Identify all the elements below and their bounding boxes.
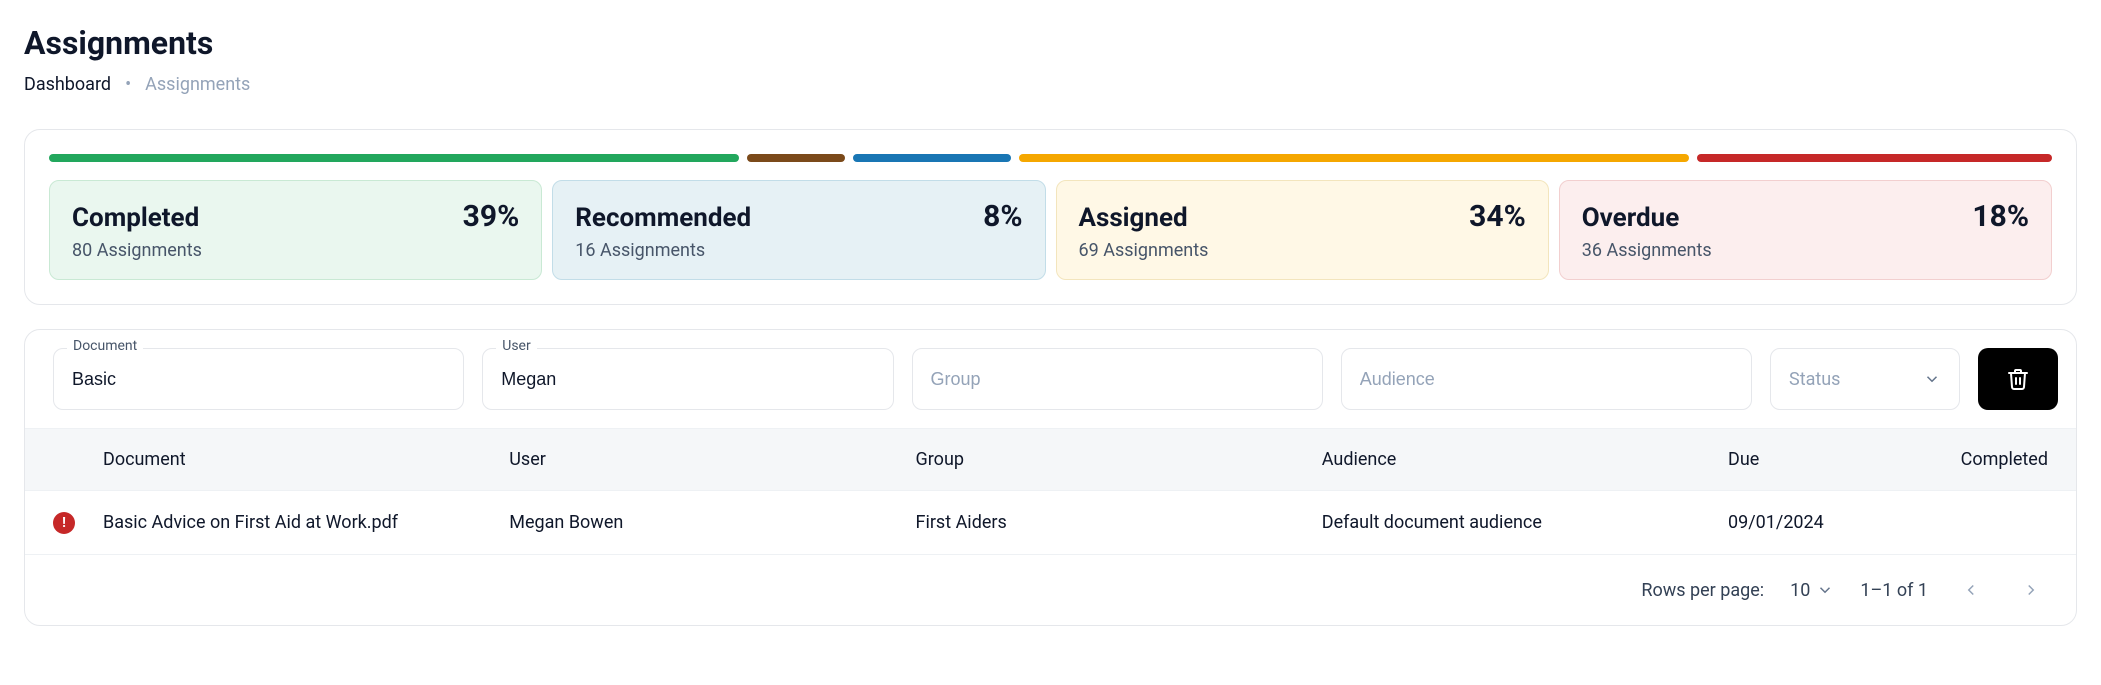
clear-filters-button[interactable] — [1978, 348, 2058, 410]
stat-title: Recommended — [575, 203, 751, 233]
progress-segment — [1019, 154, 1689, 162]
prev-page-button[interactable] — [1954, 573, 1988, 607]
document-input[interactable] — [53, 348, 464, 410]
column-due[interactable]: Due — [1728, 449, 1908, 470]
audience-input[interactable] — [1341, 348, 1752, 410]
table-header: Document User Group Audience Due Complet… — [25, 428, 2076, 491]
breadcrumb-current: Assignments — [145, 74, 250, 95]
user-input[interactable] — [482, 348, 893, 410]
stat-title: Completed — [72, 203, 199, 233]
cell-user: Megan Bowen — [509, 512, 915, 533]
stat-subtitle: 16 Assignments — [575, 240, 1022, 261]
stat-percent: 34% — [1469, 199, 1526, 234]
filter-row: Document User Status — [25, 330, 2076, 428]
stat-percent: 8% — [983, 199, 1022, 234]
filter-audience — [1341, 348, 1752, 410]
rows-per-page-label: Rows per page: — [1641, 580, 1764, 601]
stat-subtitle: 36 Assignments — [1582, 240, 2029, 261]
column-audience[interactable]: Audience — [1322, 449, 1728, 470]
next-page-button[interactable] — [2014, 573, 2048, 607]
trash-icon — [2006, 367, 2030, 391]
filter-document-label: Document — [67, 338, 143, 354]
stat-recommended[interactable]: Recommended 8% 16 Assignments — [552, 180, 1045, 280]
filter-user: User — [482, 348, 893, 410]
column-group[interactable]: Group — [916, 449, 1322, 470]
status-select[interactable]: Status — [1770, 348, 1960, 410]
group-input[interactable] — [912, 348, 1323, 410]
chevron-left-icon — [1962, 581, 1980, 599]
filter-document: Document — [53, 348, 464, 410]
stat-completed[interactable]: Completed 39% 80 Assignments — [49, 180, 542, 280]
breadcrumb-separator: • — [125, 74, 131, 95]
breadcrumb-dashboard[interactable]: Dashboard — [24, 74, 111, 95]
progress-segment — [49, 154, 739, 162]
table-row[interactable]: ! Basic Advice on First Aid at Work.pdfMe… — [25, 491, 2076, 555]
cell-group: First Aiders — [916, 512, 1322, 533]
chevron-right-icon — [2022, 581, 2040, 599]
cell-document: Basic Advice on First Aid at Work.pdf — [103, 512, 509, 533]
pagination: Rows per page: 10 1–1 of 1 — [25, 555, 2076, 625]
rows-per-page-select[interactable]: 10 — [1790, 580, 1834, 601]
page-title: Assignments — [24, 24, 2077, 62]
stat-title: Overdue — [1582, 203, 1680, 233]
filter-group — [912, 348, 1323, 410]
cell-audience: Default document audience — [1322, 512, 1728, 533]
progress-segment — [1697, 154, 2052, 162]
chevron-down-icon — [1923, 370, 1941, 388]
stat-percent: 18% — [1972, 199, 2029, 234]
stat-subtitle: 80 Assignments — [72, 240, 519, 261]
stat-percent: 39% — [463, 199, 520, 234]
progress-segment — [853, 154, 1011, 162]
breadcrumb: Dashboard • Assignments — [24, 74, 2077, 95]
assignments-panel: Document User Status Docume — [24, 329, 2077, 626]
alert-icon: ! — [53, 512, 75, 534]
column-user[interactable]: User — [509, 449, 915, 470]
rows-per-page-value: 10 — [1790, 580, 1810, 601]
progress-segment — [747, 154, 846, 162]
stat-title: Assigned — [1079, 203, 1188, 233]
stat-subtitle: 69 Assignments — [1079, 240, 1526, 261]
stat-assigned[interactable]: Assigned 34% 69 Assignments — [1056, 180, 1549, 280]
table-body: ! Basic Advice on First Aid at Work.pdfMe… — [25, 491, 2076, 555]
filter-user-label: User — [496, 338, 536, 354]
column-document[interactable]: Document — [103, 449, 509, 470]
stat-row: Completed 39% 80 Assignments Recommended 8% 1… — [49, 180, 2052, 280]
status-select-label: Status — [1789, 369, 1840, 390]
cell-due: 09/01/2024 — [1728, 512, 1908, 533]
pagination-range: 1–1 of 1 — [1860, 580, 1928, 601]
stat-overdue[interactable]: Overdue 18% 36 Assignments — [1559, 180, 2052, 280]
chevron-down-icon — [1816, 581, 1834, 599]
progress-bar — [49, 154, 2052, 162]
stats-card: Completed 39% 80 Assignments Recommended 8% 1… — [24, 129, 2077, 305]
column-completed[interactable]: Completed — [1908, 449, 2048, 470]
